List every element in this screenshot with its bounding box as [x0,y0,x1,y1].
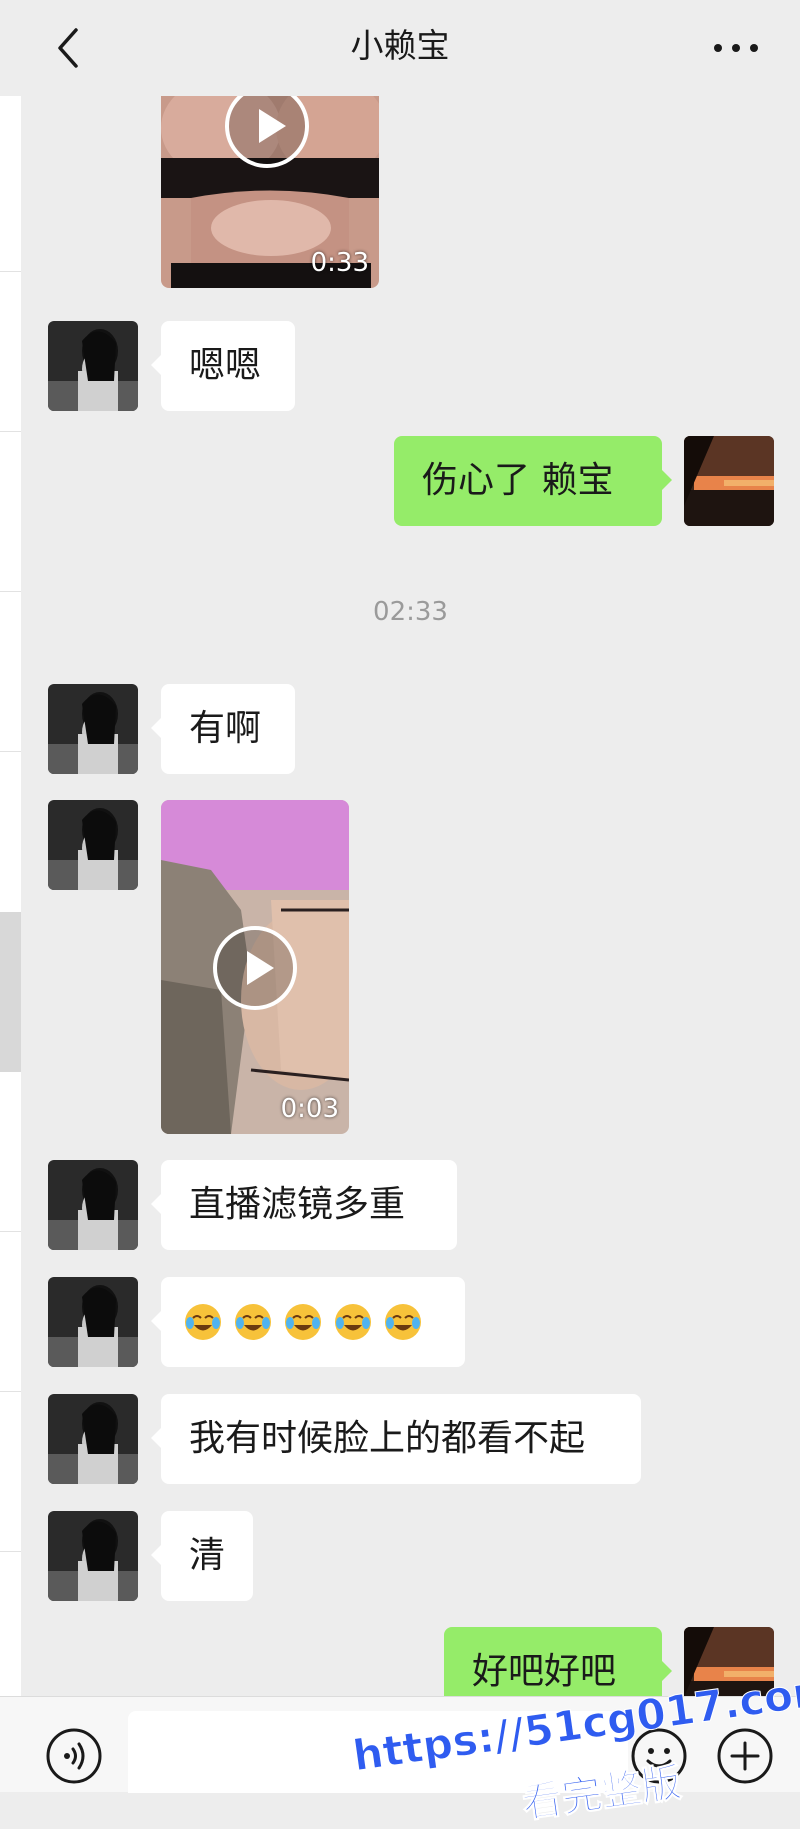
face-with-tears-of-joy-icon [335,1304,371,1340]
divider [0,1391,21,1392]
contact-avatar[interactable] [48,321,138,411]
back-button[interactable] [48,22,96,74]
message-bubble: 清 [151,1511,253,1601]
contact-avatar[interactable] [48,1511,138,1601]
contact-avatar[interactable] [48,684,138,774]
divider [0,431,21,432]
more-dots-icon [714,44,758,52]
chat-message-list[interactable]: 0:33 嗯嗯 伤心了 赖宝 02:33 有啊 0:03 直播滤镜多重 我有时候… [21,96,800,1696]
plus-button[interactable] [716,1727,774,1785]
chevron-left-icon [58,28,78,68]
plus-icon [717,1728,773,1784]
divider [0,591,21,592]
video-message[interactable]: 0:33 [161,96,379,288]
message-bubble: 我有时候脸上的都看不起 [151,1394,641,1484]
emoji-bubble [151,1277,465,1367]
chat-title: 小赖宝 [350,26,450,65]
face-with-tears-of-joy-icon [385,1304,421,1340]
side-tab [0,912,21,1072]
divider [0,751,21,752]
underlying-list-edge [0,96,21,1696]
message-bubble: 伤心了 赖宝 [394,436,672,526]
face-with-tears-of-joy-icon [235,1304,271,1340]
video-message[interactable]: 0:03 [161,800,349,1134]
timestamp: 02:33 [373,597,448,627]
divider [0,1231,21,1232]
contact-avatar[interactable] [48,800,138,890]
play-icon[interactable] [213,926,297,1010]
my-avatar[interactable] [684,436,774,526]
contact-avatar[interactable] [48,1160,138,1250]
input-bar [0,1696,800,1793]
message-bubble: 直播滤镜多重 [151,1160,457,1250]
message-bubble: 好吧好吧 [444,1627,672,1696]
face-with-tears-of-joy-icon [185,1304,221,1340]
contact-avatar[interactable] [48,1277,138,1367]
divider [0,1551,21,1552]
face-with-tears-of-joy-icon [285,1304,321,1340]
voice-icon [46,1728,102,1784]
video-duration: 0:33 [310,248,369,278]
my-avatar[interactable] [684,1627,774,1696]
message-bubble: 有啊 [151,684,295,774]
emoji-row [183,1277,443,1367]
emoji-icon [631,1728,687,1784]
voice-button[interactable] [45,1727,103,1785]
divider [0,271,21,272]
message-bubble: 嗯嗯 [151,321,295,411]
message-input[interactable] [128,1711,628,1793]
chat-header: 小赖宝 [0,0,800,96]
more-button[interactable] [706,22,766,74]
contact-avatar[interactable] [48,1394,138,1484]
video-duration: 0:03 [280,1094,339,1124]
emoji-button[interactable] [630,1727,688,1785]
